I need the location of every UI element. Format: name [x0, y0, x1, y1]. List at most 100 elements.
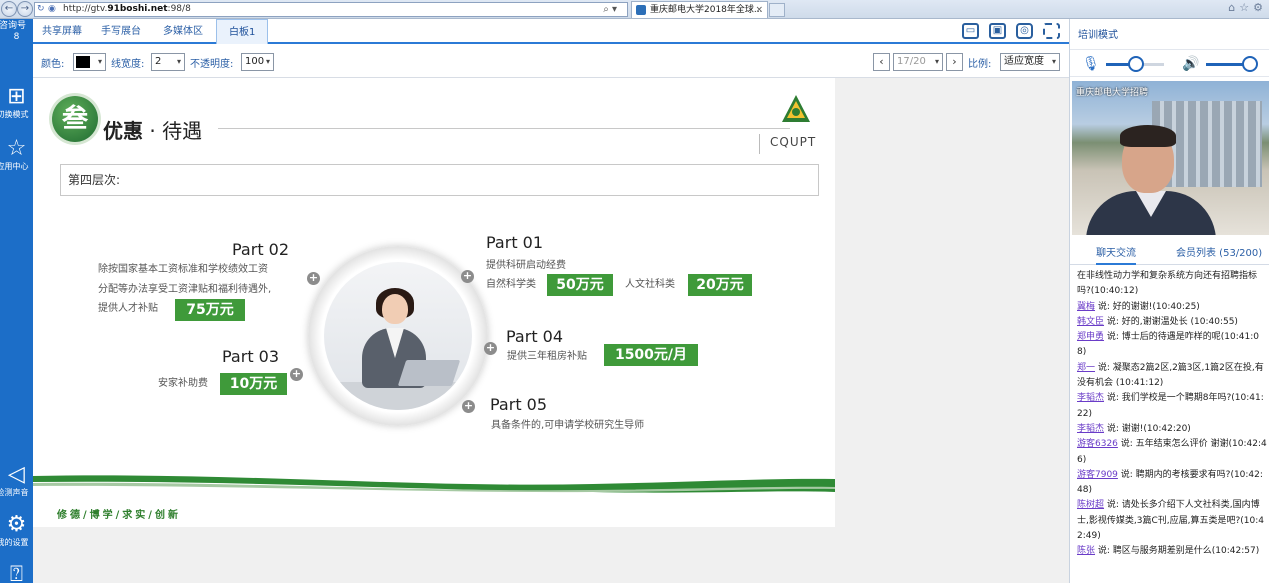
ratio-select[interactable]: 适应宽度 ▾: [1000, 53, 1060, 71]
chat-user[interactable]: 韩文臣: [1077, 317, 1104, 327]
address-bar[interactable]: ↻ ◉ http://gtv.91boshi.net:98/8 ⌕ ▾: [34, 2, 628, 17]
part-02-line: 分配等办法享受工资津贴和福利待遇外,: [98, 284, 272, 295]
part-01-sci-amount: 50万元: [547, 274, 613, 296]
tab-multimedia[interactable]: 多媒体区: [163, 19, 203, 44]
part-01-sci-label: 自然科学类: [486, 279, 536, 290]
tab-whiteboard-1[interactable]: 白板1: [216, 19, 269, 44]
back-icon[interactable]: ←: [1, 1, 17, 17]
chat-text: 说: 好的谢谢!(10:40:25): [1095, 301, 1200, 312]
gear-icon: ⚙: [6, 512, 27, 537]
color-swatch: [76, 56, 90, 68]
chat-user[interactable]: 郑一: [1077, 363, 1095, 373]
line-width-select[interactable]: 2 ▾: [151, 53, 185, 71]
speaker-volume-knob[interactable]: [1242, 56, 1258, 72]
close-tab-icon[interactable]: ×: [755, 2, 763, 18]
line-width-value: 2: [155, 56, 162, 67]
chat-text: 说: 请处长多介绍下人文社科类,国内博士,影视传媒类,3篇C刊,应届,算五类是吧…: [1077, 500, 1264, 542]
chat-user[interactable]: 游客7909: [1077, 470, 1118, 480]
new-tab-button[interactable]: [769, 3, 785, 17]
color-picker[interactable]: ▾: [73, 53, 106, 71]
folder-icon[interactable]: ▭: [962, 23, 979, 39]
line-width-label: 线宽度:: [111, 59, 145, 70]
help-button[interactable]: ⍰: [0, 563, 33, 583]
gear-icon[interactable]: ⚙: [1253, 1, 1267, 14]
room-label: 咨询号: [0, 21, 26, 31]
chat-message: 陈张 说: 聘区与服务期差别是什么(10:42:57): [1077, 544, 1267, 559]
browser-tab[interactable]: 重庆邮电大学2018年全球... ×: [631, 1, 768, 18]
search-icon[interactable]: ⌕ ▾: [603, 3, 617, 16]
prev-page-button[interactable]: ‹: [873, 53, 890, 71]
plus-icon: +: [484, 341, 497, 355]
part-03-line: 安家补助费: [158, 378, 208, 389]
part-01-hum-amount: 20万元: [688, 274, 752, 296]
chat-message: 冀梅 说: 好的谢谢!(10:40:25): [1077, 300, 1267, 315]
settings-label: 我的设置: [0, 538, 29, 547]
opacity-label: 不透明度:: [190, 59, 234, 70]
level-box: 第四层次:: [60, 164, 819, 196]
chat-user[interactable]: 游客6326: [1077, 439, 1118, 449]
part-05-line: 具备条件的,可申请学校研究生导师: [491, 420, 645, 431]
plus-icon: +: [461, 269, 474, 283]
next-page-button[interactable]: ›: [946, 53, 963, 71]
video-feed[interactable]: 重庆邮电大学招聘: [1072, 81, 1269, 235]
fullscreen-icon[interactable]: [1043, 23, 1060, 39]
mode-label: 培训模式: [1078, 30, 1118, 41]
chat-message: 陈树超 说: 请处长多介绍下人文社科类,国内博士,影视传媒类,3篇C刊,应届,算…: [1077, 498, 1267, 544]
opacity-select[interactable]: 100 ▾: [241, 53, 274, 71]
chat-user[interactable]: 郑申勇: [1077, 332, 1104, 342]
chat-message: 李韬杰 说: 我们学校是一个聘期8年吗?(10:41:22): [1077, 391, 1267, 422]
forward-icon[interactable]: →: [17, 1, 33, 17]
home-icon[interactable]: ⌂: [1228, 1, 1239, 14]
page-select[interactable]: 17/20 ▾: [893, 53, 943, 71]
switch-mode-button[interactable]: ⊞ 切换模式: [0, 85, 33, 120]
part-04-line: 提供三年租房补贴: [507, 351, 587, 362]
sound-test-button[interactable]: ◁ 检测声音: [0, 463, 33, 498]
photo-circle: [324, 262, 472, 410]
favorites-icon[interactable]: ☆: [1239, 1, 1253, 14]
chat-user[interactable]: 陈张: [1077, 546, 1095, 556]
app-center-button[interactable]: ☆ 应用中心: [0, 137, 33, 172]
chat-message: 在非线性动力学和复杂系统方向还有招聘指标吗?(10:40:12): [1077, 269, 1267, 300]
microphone-icon[interactable]: 🎙: [1082, 56, 1100, 72]
content-tabs: 共享屏幕 手写展台 多媒体区 白板1 ▭ ▣ ◎: [33, 19, 1069, 44]
chat-message: 郑一 说: 凝聚态2篇2区,2篇3区,1篇2区在投,有没有机会 (10:41:1…: [1077, 361, 1267, 392]
grid-icon: ⊞: [7, 84, 26, 109]
laptop-shape: [397, 360, 461, 386]
school-code: CQUPT: [770, 135, 817, 149]
tab-share-screen[interactable]: 共享屏幕: [42, 19, 82, 44]
presenter-hair: [1120, 125, 1176, 147]
video-caption: 重庆邮电大学招聘: [1076, 88, 1149, 98]
chat-user[interactable]: 李韬杰: [1077, 424, 1104, 434]
slide-title: 优惠 · 待遇: [103, 119, 203, 143]
part-02-line: 除按国家基本工资标准和学校绩效工资: [98, 264, 268, 275]
room-id: 咨询号 8: [0, 21, 33, 43]
mic-volume-knob[interactable]: [1128, 56, 1144, 72]
chat-text: 说: 我们学校是一个聘期8年吗?(10:41:22): [1077, 393, 1264, 419]
chat-user[interactable]: 冀梅: [1077, 302, 1095, 312]
chat-user[interactable]: 李韬杰: [1077, 393, 1104, 403]
refresh-icon[interactable]: ↻: [37, 3, 45, 16]
browser-toolbar: ← → ↻ ◉ http://gtv.91boshi.net:98/8 ⌕ ▾ …: [0, 0, 1269, 19]
tab-chat[interactable]: 聊天交流: [1096, 244, 1136, 265]
chat-message: 郑申勇 说: 博士后的待遇是咋样的呢(10:41:08): [1077, 330, 1267, 361]
chat-tabs: 聊天交流 会员列表 (53/200): [1070, 239, 1269, 265]
school-motto: 修德/博学/求实/创新: [57, 510, 181, 521]
save-icon[interactable]: ▣: [989, 23, 1006, 39]
chat-text: 在非线性动力学和复杂系统方向还有招聘指标吗?(10:40:12): [1077, 271, 1258, 297]
favicon-icon: [636, 5, 646, 15]
slide: 叁 优惠 · 待遇 CQUPT 第四层次: + + + + + Part 02 …: [33, 78, 835, 527]
plus-icon: +: [307, 271, 320, 285]
footer-wave: [33, 475, 835, 493]
part-02-title: Part 02: [232, 240, 290, 259]
tab-members[interactable]: 会员列表 (53/200): [1176, 244, 1262, 259]
chat-text: 说: 博士后的待遇是咋样的呢(10:41:08): [1077, 332, 1259, 358]
settings-button[interactable]: ⚙ 我的设置: [0, 513, 33, 548]
chat-user[interactable]: 陈树超: [1077, 500, 1104, 510]
part-03-title: Part 03: [222, 347, 280, 366]
camera-icon[interactable]: ◎: [1016, 23, 1033, 39]
school-logo: [782, 95, 810, 122]
chat-log[interactable]: 在非线性动力学和复杂系统方向还有招聘指标吗?(10:40:12) 冀梅 说: 好…: [1077, 269, 1267, 583]
speaker-icon[interactable]: 🔊: [1182, 56, 1199, 72]
tab-handwriting[interactable]: 手写展台: [101, 19, 141, 44]
ie-page-icon: ◉: [48, 4, 56, 14]
